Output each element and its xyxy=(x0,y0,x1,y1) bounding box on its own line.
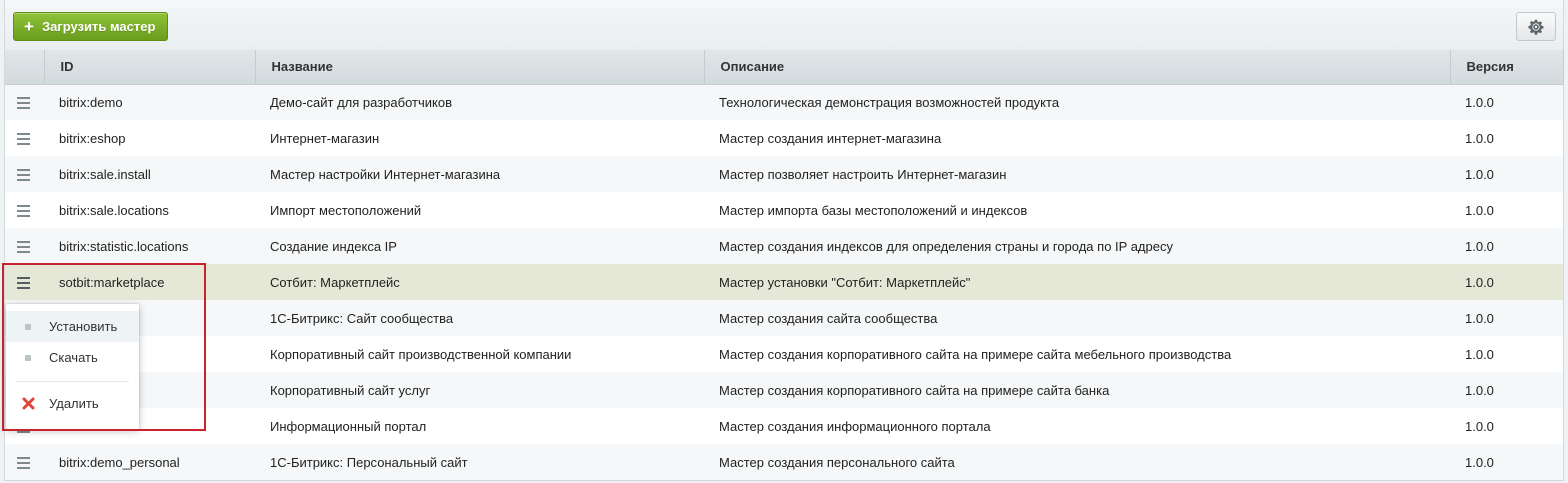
row-actions-cell[interactable] xyxy=(5,120,44,156)
cell-version: 1.0.0 xyxy=(1450,84,1563,120)
row-actions-cell[interactable] xyxy=(5,192,44,228)
cell-version: 1.0.0 xyxy=(1450,228,1563,264)
cell-name: Создание индекса IP xyxy=(255,228,704,264)
load-wizard-button[interactable]: + Загрузить мастер xyxy=(13,12,169,41)
menu-divider xyxy=(16,381,129,382)
table-row[interactable]: ommunity1С-Битрикс: Сайт сообществаМасте… xyxy=(5,300,1563,336)
cell-version: 1.0.0 xyxy=(1450,192,1563,228)
cell-id: bitrix:sale.locations xyxy=(44,192,255,228)
table-row[interactable]: bitrix:sale.locations Импорт местоположен… xyxy=(5,192,1563,228)
cell-version: 1.0.0 xyxy=(1450,120,1563,156)
menu-burger-icon[interactable] xyxy=(17,133,30,146)
cell-version: 1.0.0 xyxy=(1450,372,1563,408)
settings-button[interactable] xyxy=(1516,12,1556,41)
menu-burger-icon[interactable] xyxy=(17,97,30,110)
cell-name: Интернет-магазин xyxy=(255,120,704,156)
cell-name: Корпоративный сайт услуг xyxy=(255,372,704,408)
menu-item-delete[interactable]: Удалить xyxy=(6,388,139,419)
wizards-panel: + Загрузить мастер ID Название Описание … xyxy=(4,0,1564,481)
cell-name: 1С-Битрикс: Персональный сайт xyxy=(255,444,704,480)
menu-item-label: Установить xyxy=(49,319,118,334)
table-row[interactable]: bitrix:demo_personal 1С-Битрикс: Персонал… xyxy=(5,444,1563,480)
wizards-table: ID Название Описание Версия bitrix:demo Д… xyxy=(5,50,1564,480)
cell-id: bitrix:eshop xyxy=(44,120,255,156)
menu-item-download[interactable]: Скачать xyxy=(6,342,139,373)
table-row[interactable]: sotbit:marketplace Сотбит: Маркетплейс Мас… xyxy=(5,264,1563,300)
cell-description: Мастер создания информационного портала xyxy=(704,408,1450,444)
cell-description: Мастер создания интернет-магазина xyxy=(704,120,1450,156)
cell-id: sotbit:marketplace xyxy=(44,264,255,300)
bullet-icon xyxy=(25,323,31,330)
delete-x-icon xyxy=(22,397,35,410)
menu-burger-icon[interactable] xyxy=(17,241,30,254)
table-row[interactable]: rvicesКорпоративный сайт услугМастер соз… xyxy=(5,372,1563,408)
cell-version: 1.0.0 xyxy=(1450,156,1563,192)
cell-description: Мастер создания сайта сообщества xyxy=(704,300,1450,336)
cell-version: 1.0.0 xyxy=(1450,444,1563,480)
column-version[interactable]: Версия xyxy=(1450,50,1564,85)
cell-id: bitrix:demo_personal xyxy=(44,444,255,480)
table-row[interactable]: bitrix:sale.install Мастер настройки Инте… xyxy=(5,156,1563,192)
menu-burger-icon[interactable] xyxy=(17,169,30,182)
table-header: ID Название Описание Версия xyxy=(5,50,1564,85)
cell-version: 1.0.0 xyxy=(1450,300,1563,336)
toolbar: + Загрузить мастер xyxy=(5,0,1563,51)
cell-description: Мастер создания корпоративного сайта на … xyxy=(704,336,1450,372)
plus-icon: + xyxy=(24,17,34,36)
menu-burger-icon[interactable] xyxy=(17,277,30,290)
cell-description: Мастер позволяет настроить Интернет-мага… xyxy=(704,156,1450,192)
table-row[interactable]: nitureКорпоративный сайт производственно… xyxy=(5,336,1563,372)
column-description[interactable]: Описание xyxy=(704,50,1451,85)
cell-description: Мастер создания персонального сайта xyxy=(704,444,1450,480)
gear-icon xyxy=(1528,19,1544,35)
menu-item-label: Удалить xyxy=(49,396,99,411)
menu-burger-icon[interactable] xyxy=(17,205,30,218)
cell-description: Мастер установки "Сотбит: Маркетплейс" xyxy=(704,264,1450,300)
cell-id: bitrix:demo xyxy=(44,84,255,120)
row-actions-cell[interactable] xyxy=(5,264,44,300)
cell-name: Демо-сайт для разработчиков xyxy=(255,84,704,120)
table-row[interactable]: bitrix:eshop Интернет-магазин Мастер созда… xyxy=(5,120,1563,156)
row-actions-cell[interactable] xyxy=(5,84,44,120)
cell-name: Корпоративный сайт производственной комп… xyxy=(255,336,704,372)
cell-name: Информационный портал xyxy=(255,408,704,444)
cell-name: Сотбит: Маркетплейс xyxy=(255,264,704,300)
row-context-menu: Установить Скачать Удалить xyxy=(6,304,139,429)
cell-description: Мастер создания корпоративного сайта на … xyxy=(704,372,1450,408)
cell-description: Мастер импорта базы местоположений и инд… xyxy=(704,192,1450,228)
cell-name: 1С-Битрикс: Сайт сообщества xyxy=(255,300,704,336)
column-name[interactable]: Название xyxy=(255,50,705,85)
cell-version: 1.0.0 xyxy=(1450,408,1563,444)
menu-item-install[interactable]: Установить xyxy=(6,311,139,342)
cell-version: 1.0.0 xyxy=(1450,264,1563,300)
row-actions-cell[interactable] xyxy=(5,228,44,264)
cell-description: Мастер создания индексов для определения… xyxy=(704,228,1450,264)
row-actions-cell[interactable] xyxy=(5,444,44,480)
column-actions xyxy=(5,50,45,85)
cell-id: bitrix:sale.install xyxy=(44,156,255,192)
table-row[interactable]: bitrix:demo Демо-сайт для разработчиков Те… xyxy=(5,84,1563,120)
row-actions-cell[interactable] xyxy=(5,156,44,192)
cell-name: Мастер настройки Интернет-магазина xyxy=(255,156,704,192)
table-row[interactable]: bitrix:statistic.locations Создание индек… xyxy=(5,228,1563,264)
menu-burger-icon[interactable] xyxy=(17,457,30,470)
cell-description: Технологическая демонстрация возможносте… xyxy=(704,84,1450,120)
table-row[interactable]: ortalИнформационный порталМастер создани… xyxy=(5,408,1563,444)
cell-id: bitrix:statistic.locations xyxy=(44,228,255,264)
load-wizard-label: Загрузить мастер xyxy=(41,19,156,34)
menu-item-label: Скачать xyxy=(49,350,98,365)
bullet-icon xyxy=(25,354,31,361)
cell-version: 1.0.0 xyxy=(1450,336,1563,372)
cell-name: Импорт местоположений xyxy=(255,192,704,228)
column-id[interactable]: ID xyxy=(44,50,256,85)
